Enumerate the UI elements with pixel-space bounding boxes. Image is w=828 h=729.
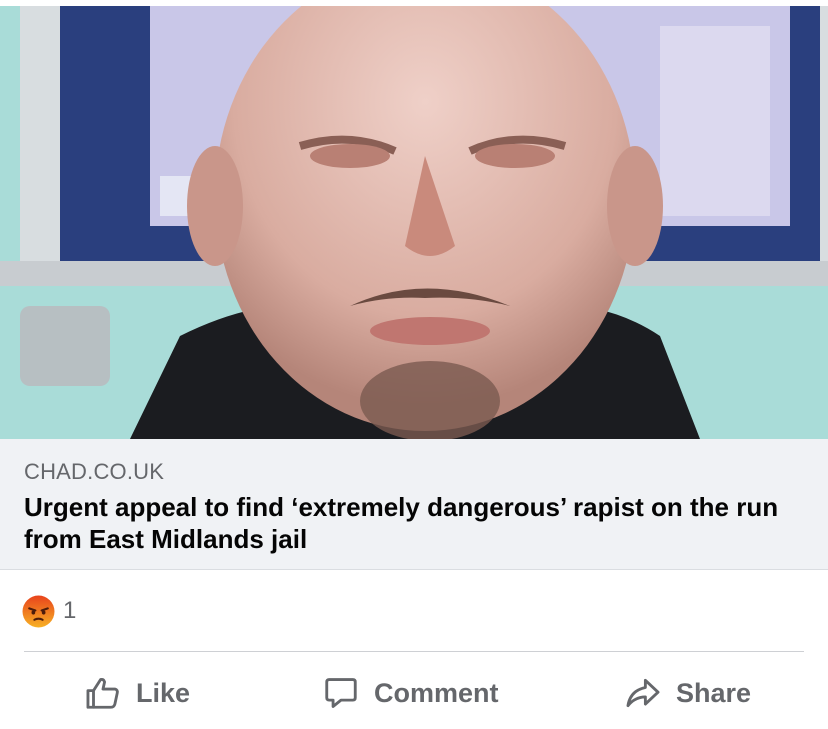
link-preview-card[interactable]: CHAD.CO.UK Urgent appeal to find ‘extrem… [0,439,828,570]
comment-bubble-icon [325,678,357,708]
share-label: Share [676,677,752,708]
like-button[interactable]: Like [84,670,190,716]
share-arrow-icon [626,678,660,708]
reaction-count: 1 [63,597,77,624]
action-divider [24,651,804,652]
link-preview-image[interactable] [0,6,828,439]
reaction-summary[interactable]: 1 [22,594,76,628]
comment-button[interactable]: Comment [322,670,499,716]
link-headline[interactable]: Urgent appeal to find ‘extremely dangero… [24,491,814,555]
share-button[interactable]: Share [624,670,751,716]
link-domain: CHAD.CO.UK [24,459,165,484]
comment-label: Comment [374,677,499,708]
thumbs-up-icon [86,677,119,709]
like-label: Like [136,677,191,708]
person-photo-graphic [0,6,828,439]
angry-reaction-icon [22,595,55,627]
